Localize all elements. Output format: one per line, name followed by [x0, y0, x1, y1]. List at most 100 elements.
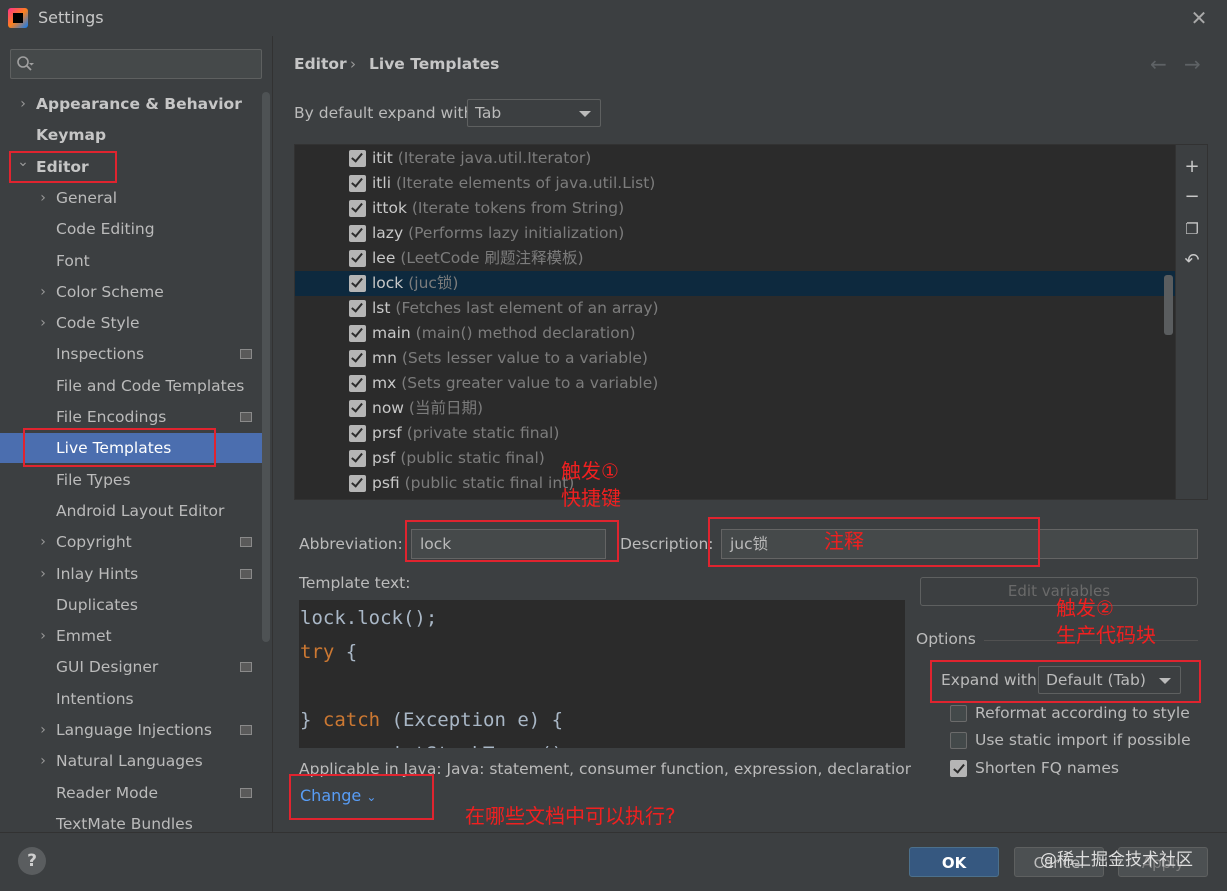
- sidebar-item-code-editing[interactable]: Code Editing: [0, 214, 262, 244]
- settings-search-input[interactable]: [10, 49, 262, 79]
- template-enabled-checkbox[interactable]: [349, 275, 366, 292]
- template-description: (private static final): [406, 424, 560, 442]
- close-icon[interactable]: ✕: [1188, 4, 1210, 32]
- ok-button[interactable]: OK: [909, 847, 999, 877]
- sidebar-item-appearance-behavior[interactable]: › Appearance & Behavior: [0, 89, 262, 119]
- description-label: Description:: [620, 535, 714, 553]
- help-button[interactable]: ?: [18, 847, 46, 875]
- chevron-right-icon[interactable]: ›: [36, 527, 50, 557]
- template-enabled-checkbox[interactable]: [349, 175, 366, 192]
- project-settings-icon: [240, 568, 252, 579]
- sidebar-item-label: Language Injections: [56, 721, 212, 739]
- sidebar-item-font[interactable]: Font: [0, 246, 262, 276]
- sidebar-item-keymap[interactable]: Keymap: [0, 120, 262, 150]
- sidebar-item-duplicates[interactable]: Duplicates: [0, 590, 262, 620]
- template-description: (public static final): [400, 449, 545, 467]
- chevron-right-icon[interactable]: ›: [36, 559, 50, 589]
- template-row[interactable]: main (main() method declaration): [295, 321, 1175, 346]
- breadcrumb-editor[interactable]: Editor: [294, 55, 347, 73]
- template-row[interactable]: psfi (public static final int): [295, 471, 1175, 496]
- template-name: psf (public static final): [372, 446, 545, 471]
- project-settings-icon: [240, 412, 252, 422]
- annotation-box-description: [708, 517, 1040, 567]
- chevron-right-icon[interactable]: ›: [36, 183, 50, 213]
- chevron-right-icon[interactable]: ›: [16, 89, 30, 119]
- template-enabled-checkbox[interactable]: [349, 350, 366, 367]
- template-row[interactable]: itli (Iterate elements of java.util.List…: [295, 171, 1175, 196]
- templates-list: itit (Iterate java.util.Iterator) itli (I…: [294, 144, 1208, 500]
- forward-arrow-icon[interactable]: →: [1184, 52, 1201, 76]
- sidebar-item-copyright[interactable]: › Copyright: [0, 527, 262, 557]
- template-enabled-checkbox[interactable]: [349, 225, 366, 242]
- template-name: now (当前日期): [372, 396, 483, 421]
- template-enabled-checkbox[interactable]: [349, 200, 366, 217]
- template-enabled-checkbox[interactable]: [349, 425, 366, 442]
- template-enabled-checkbox[interactable]: [349, 400, 366, 417]
- template-name: itit (Iterate java.util.Iterator): [372, 146, 591, 171]
- default-expand-select[interactable]: Tab: [467, 99, 601, 127]
- template-row[interactable]: lee (LeetCode 刷题注释模板): [295, 246, 1175, 271]
- chevron-right-icon[interactable]: ›: [36, 277, 50, 307]
- add-icon[interactable]: +: [1182, 157, 1202, 177]
- restore-icon[interactable]: ↶: [1182, 251, 1202, 271]
- code-line: } catch (Exception e) {: [300, 709, 564, 731]
- sidebar-item-natural-languages[interactable]: › Natural Languages: [0, 746, 262, 776]
- template-row[interactable]: itit (Iterate java.util.Iterator): [295, 146, 1175, 171]
- template-row[interactable]: mn (Sets lesser value to a variable): [295, 346, 1175, 371]
- sidebar-item-reader-mode[interactable]: Reader Mode: [0, 778, 262, 808]
- default-expand-label: By default expand with: [294, 104, 474, 122]
- annotation-trigger2-line1: 触发②: [1056, 596, 1114, 620]
- sidebar-item-label: Appearance & Behavior: [36, 95, 242, 113]
- chevron-right-icon[interactable]: ›: [36, 715, 50, 745]
- sidebar-item-label: General: [56, 188, 118, 207]
- template-row[interactable]: prsf (private static final): [295, 421, 1175, 446]
- template-enabled-checkbox[interactable]: [349, 325, 366, 342]
- reformat-label: Reformat according to style: [975, 704, 1190, 722]
- template-row[interactable]: lock (juc锁): [295, 271, 1175, 296]
- copy-icon[interactable]: ❐: [1182, 219, 1202, 239]
- remove-icon[interactable]: −: [1182, 187, 1202, 207]
- template-enabled-checkbox[interactable]: [349, 250, 366, 267]
- shorten-fq-checkbox[interactable]: [950, 760, 967, 777]
- template-description: (Performs lazy initialization): [408, 224, 625, 242]
- chevron-right-icon[interactable]: ›: [36, 621, 50, 651]
- template-abbreviation: lee: [372, 249, 396, 267]
- sidebar-item-label: File Types: [56, 470, 131, 489]
- template-row[interactable]: now (当前日期): [295, 396, 1175, 421]
- template-enabled-checkbox[interactable]: [349, 300, 366, 317]
- sidebar-item-label: Color Scheme: [56, 282, 164, 301]
- sidebar-item-file-types[interactable]: File Types: [0, 465, 262, 495]
- template-abbreviation: lst: [372, 299, 391, 317]
- sidebar-item-android-layout-editor[interactable]: Android Layout Editor: [0, 496, 262, 526]
- templates-scrollbar[interactable]: [1164, 275, 1173, 335]
- template-description: (Sets lesser value to a variable): [401, 349, 648, 367]
- template-enabled-checkbox[interactable]: [349, 450, 366, 467]
- template-enabled-checkbox[interactable]: [349, 150, 366, 167]
- template-row[interactable]: ittok (Iterate tokens from String): [295, 196, 1175, 221]
- reformat-checkbox[interactable]: [950, 705, 967, 722]
- template-text-editor[interactable]: lock.lock(); try { } catch (Exception e)…: [299, 600, 905, 748]
- sidebar-item-language-injections[interactable]: › Language Injections: [0, 715, 262, 745]
- sidebar-item-intentions[interactable]: Intentions: [0, 684, 262, 714]
- template-row[interactable]: lazy (Performs lazy initialization): [295, 221, 1175, 246]
- sidebar-item-inspections[interactable]: Inspections: [0, 339, 262, 369]
- template-enabled-checkbox[interactable]: [349, 375, 366, 392]
- template-enabled-checkbox[interactable]: [349, 475, 366, 492]
- template-row[interactable]: mx (Sets greater value to a variable): [295, 371, 1175, 396]
- sidebar-item-emmet[interactable]: › Emmet: [0, 621, 262, 651]
- sidebar-item-code-style[interactable]: › Code Style: [0, 308, 262, 338]
- chevron-right-icon[interactable]: ›: [36, 308, 50, 338]
- sidebar-scrollbar[interactable]: [262, 92, 270, 642]
- template-abbreviation: lazy: [372, 224, 404, 242]
- sidebar-item-color-scheme[interactable]: › Color Scheme: [0, 277, 262, 307]
- sidebar-item-file-and-code-templates[interactable]: File and Code Templates: [0, 371, 262, 401]
- chevron-right-icon[interactable]: ›: [36, 746, 50, 776]
- sidebar-item-inlay-hints[interactable]: › Inlay Hints: [0, 559, 262, 589]
- template-row[interactable]: psf (public static final): [295, 446, 1175, 471]
- back-arrow-icon[interactable]: ←: [1150, 52, 1167, 76]
- sidebar-item-general[interactable]: › General: [0, 183, 262, 213]
- sidebar-item-gui-designer[interactable]: GUI Designer: [0, 652, 262, 682]
- static-import-checkbox[interactable]: [950, 732, 967, 749]
- template-row[interactable]: lst (Fetches last element of an array): [295, 296, 1175, 321]
- template-name: mn (Sets lesser value to a variable): [372, 346, 648, 371]
